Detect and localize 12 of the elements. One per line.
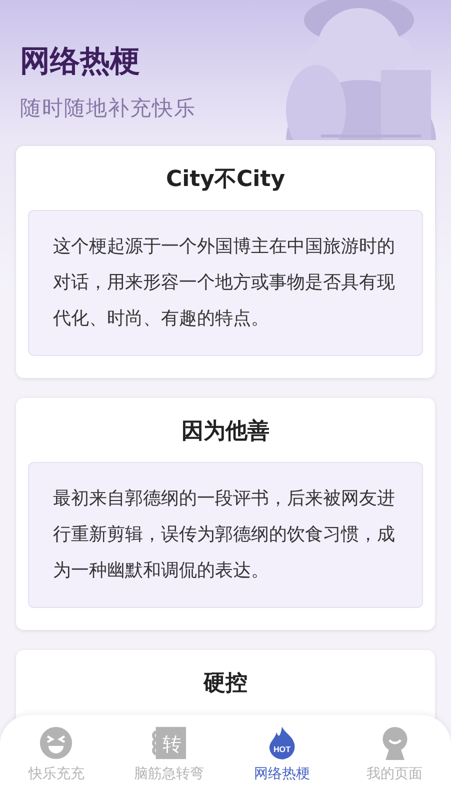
tab[interactable]: HOT 网络热梗 — [226, 725, 338, 801]
page-subtitle: 随时随地补充快乐 — [20, 95, 197, 122]
card-title: 因为他善 — [180, 418, 270, 446]
card-description: 最初来自郭德纲的一段评书，后来被网友进行重新剪辑，误传为郭德纲的饮食习惯，成为一种幽默和调侃的表达。 — [28, 462, 423, 608]
tab[interactable]: 我的页面 — [338, 725, 451, 801]
tab[interactable]: 快乐充充 — [0, 725, 113, 801]
card-title: 硬控 — [202, 670, 248, 698]
page-title: 网络热梗 — [20, 43, 141, 81]
tab[interactable]: 转 脑筋急转弯 — [112, 725, 226, 801]
smiley-icon — [39, 725, 74, 761]
card-description: 这个梗起源于一个外国博主在中国旅游时的对话，用来形容一个地方或事物是否具有现代化、时尚、有趣的特点。 — [28, 210, 423, 356]
card-title: City不City — [164, 166, 286, 194]
